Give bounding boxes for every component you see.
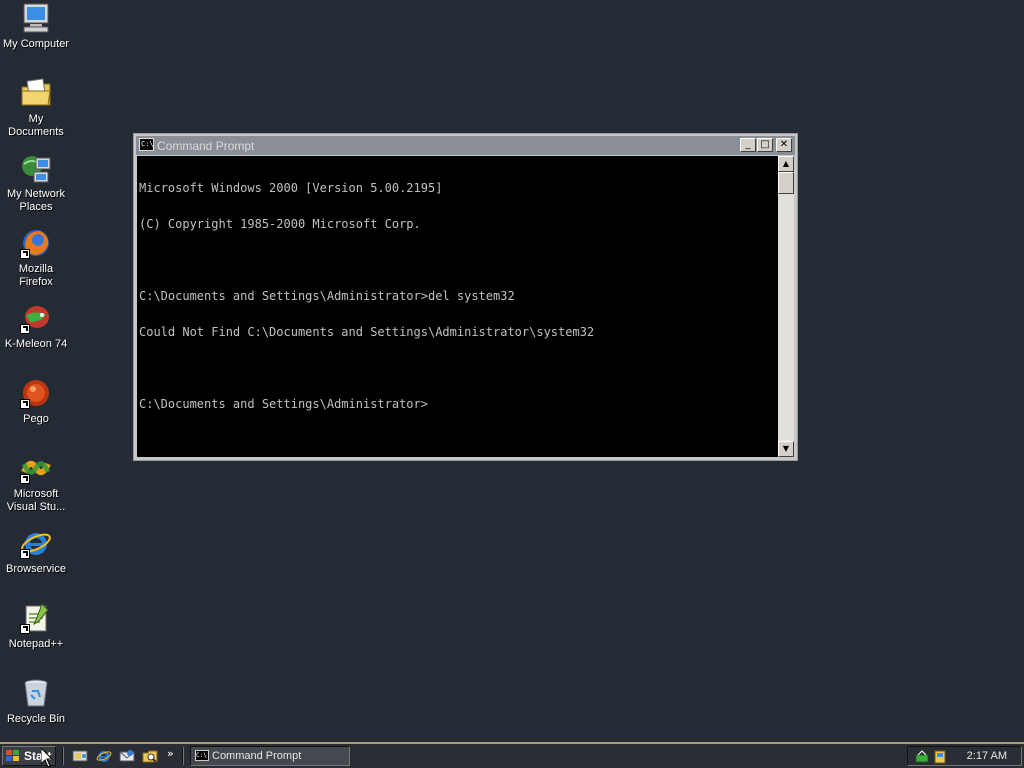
shortcut-arrow-icon xyxy=(20,549,30,559)
network-tray-icon[interactable] xyxy=(914,749,930,765)
desktop-icon-notepad-plus-plus[interactable]: Notepad++ xyxy=(0,602,72,651)
desktop-icon-label: My Network Places xyxy=(6,188,66,213)
desktop-icon-my-documents[interactable]: My Documents xyxy=(0,77,72,139)
desktop-icon-label: K-Meleon 74 xyxy=(4,338,68,350)
taskbar-separator xyxy=(182,747,184,765)
taskbar: Start » C:\ Command Prompt 2:17 AM xyxy=(0,742,1024,768)
shortcut-arrow-icon xyxy=(20,324,30,334)
maximize-button[interactable]: □ xyxy=(757,138,773,152)
outlook-express-icon[interactable] xyxy=(119,748,135,764)
console-output[interactable]: Microsoft Windows 2000 [Version 5.00.219… xyxy=(137,156,778,457)
console-line: Could Not Find C:\Documents and Settings… xyxy=(139,325,595,339)
desktop-icon-my-network-places[interactable]: My Network Places xyxy=(0,152,72,214)
shortcut-arrow-icon xyxy=(20,249,30,259)
scroll-up-button[interactable]: ▲ xyxy=(778,156,794,172)
desktop-icon-label: Mozilla Firefox xyxy=(18,263,54,288)
scrollbar-thumb[interactable] xyxy=(778,172,794,194)
visual-studio-icon xyxy=(20,452,52,484)
system-tray: 2:17 AM xyxy=(907,746,1022,766)
recycle-bin-icon xyxy=(20,677,52,709)
desktop-icon-label: My Documents xyxy=(8,113,64,138)
scroll-down-button[interactable]: ▼ xyxy=(778,441,794,457)
desktop-icon-k-meleon[interactable]: K-Meleon 74 xyxy=(0,302,72,351)
internet-explorer-quicklaunch-icon[interactable] xyxy=(96,748,112,764)
desktop-icon-label: Microsoft Visual Stu... xyxy=(6,488,66,513)
taskbar-button-label: Command Prompt xyxy=(212,750,302,762)
minimize-button[interactable]: _ xyxy=(740,138,756,152)
k-meleon-icon xyxy=(20,302,52,334)
my-documents-icon xyxy=(20,77,52,109)
console-line: (C) Copyright 1985-2000 Microsoft Corp. xyxy=(139,217,421,231)
taskbar-button-command-prompt[interactable]: C:\ Command Prompt xyxy=(190,746,350,766)
console-line: C:\Documents and Settings\Administrator>… xyxy=(139,289,515,303)
command-prompt-icon: C:\ xyxy=(195,750,209,761)
desktop-icon-mozilla-firefox[interactable]: Mozilla Firefox xyxy=(0,227,72,289)
window-titlebar[interactable]: C:\ Command Prompt _ □ ✕ xyxy=(136,136,795,155)
shortcut-arrow-icon xyxy=(20,399,30,409)
desktop-icon-pego[interactable]: Pego xyxy=(0,377,72,426)
desktop-icon-my-computer[interactable]: My Computer xyxy=(0,2,72,51)
desktop-icon-label: Recycle Bin xyxy=(6,713,66,725)
pego-icon xyxy=(20,377,52,409)
console-prompt-line[interactable]: C:\Documents and Settings\Administrator> xyxy=(139,398,778,410)
window-title: Command Prompt xyxy=(157,139,255,153)
desktop-icon-visual-studio[interactable]: Microsoft Visual Stu... xyxy=(0,452,72,514)
desktop-icon-label: Pego xyxy=(23,413,49,425)
windows-logo-icon xyxy=(6,750,20,762)
mouse-cursor-icon xyxy=(41,748,53,768)
notepad-plus-plus-icon xyxy=(20,602,52,634)
taskbar-separator xyxy=(62,747,64,765)
volume-tray-icon[interactable] xyxy=(932,749,948,765)
command-prompt-icon[interactable]: C:\ xyxy=(139,138,154,151)
shortcut-arrow-icon xyxy=(20,624,30,634)
network-places-icon xyxy=(20,152,52,184)
shortcut-arrow-icon xyxy=(20,474,30,484)
close-button[interactable]: ✕ xyxy=(776,138,792,152)
vertical-scrollbar[interactable]: ▲ ▼ xyxy=(778,156,794,457)
quick-launch-overflow-chevron[interactable]: » xyxy=(167,747,174,760)
desktop-icon-browservice[interactable]: Browservice xyxy=(0,527,72,576)
internet-explorer-icon xyxy=(20,527,52,559)
show-desktop-icon[interactable] xyxy=(72,748,88,764)
firefox-icon xyxy=(20,227,52,259)
command-prompt-window[interactable]: C:\ Command Prompt _ □ ✕ Microsoft Windo… xyxy=(133,133,798,461)
desktop-icon-label: My Computer xyxy=(2,38,70,50)
clock[interactable]: 2:17 AM xyxy=(967,750,1007,762)
console-line: Microsoft Windows 2000 [Version 5.00.219… xyxy=(139,181,443,195)
desktop-icon-recycle-bin[interactable]: Recycle Bin xyxy=(0,677,72,726)
desktop-icon-label: Browservice xyxy=(6,563,66,575)
explorer-search-icon[interactable] xyxy=(142,748,158,764)
desktop-icon-label: Notepad++ xyxy=(8,638,64,650)
my-computer-icon xyxy=(20,2,52,34)
